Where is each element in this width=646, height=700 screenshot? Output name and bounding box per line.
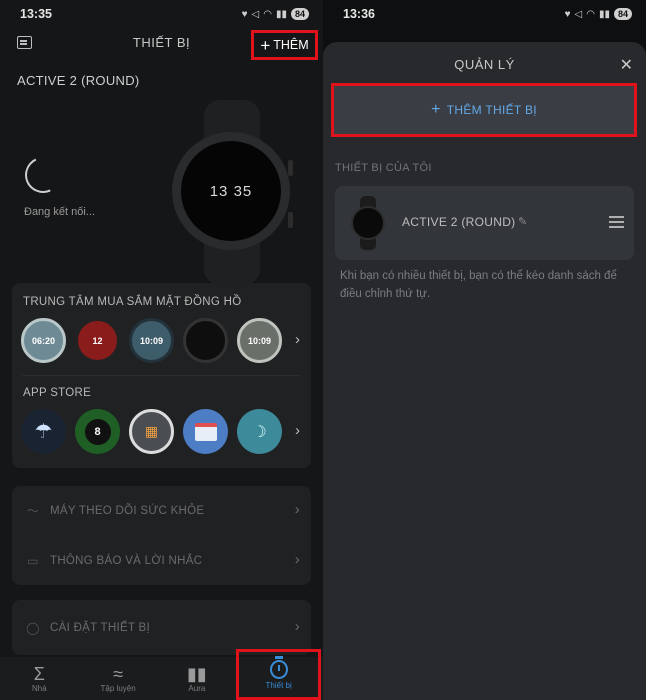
status-icons: ♥ ◁ ◠ ▮▮ 84: [565, 8, 632, 20]
loading-spinner-icon: [19, 151, 67, 199]
plus-icon: +: [431, 101, 441, 118]
watchface-item[interactable]: 12: [75, 318, 120, 363]
tarot-app-icon[interactable]: ☽: [237, 409, 282, 454]
chat-bubble-icon: ▭: [27, 553, 39, 568]
status-time: 13:35: [20, 7, 52, 21]
notifications-item[interactable]: ▭ THÔNG BÁO VÀ LỜI NHẮC ›: [12, 536, 311, 585]
chevron-right-icon[interactable]: ›: [295, 422, 300, 439]
wifi-icon: ◠: [586, 8, 595, 20]
watchface-store-title[interactable]: TRUNG TÂM MUA SẮM MẶT ĐỒNG HỒ: [23, 296, 241, 308]
pulse-icon: 〜: [26, 504, 40, 518]
nav-aura[interactable]: ▮▮ Aura: [158, 657, 237, 700]
health-tracker-item[interactable]: 〜 MÁY THEO DÕI SỨC KHỎE ›: [12, 486, 311, 535]
add-button-label: THÊM: [273, 38, 309, 52]
watch-buttons: [288, 160, 293, 176]
menu-card: 〜 MÁY THEO DÕI SỨC KHỎE › ▭ THÔNG BÁO VÀ…: [12, 486, 311, 585]
chevron-right-icon: ›: [294, 618, 300, 635]
app-store-title[interactable]: APP STORE: [23, 387, 91, 399]
eight-ball-app-icon[interactable]: 8: [75, 409, 120, 454]
screenshot-pair: 13:35 ♥ ◁ ◠ ▮▮ 84 THIẾT BỊ + THÊM ACTIVE…: [0, 0, 646, 700]
battery-indicator: 84: [613, 8, 632, 20]
watchface-item[interactable]: 10:09: [237, 318, 282, 363]
watchface-item[interactable]: [183, 318, 228, 363]
watchface-item[interactable]: 10:09: [129, 318, 174, 363]
battery-indicator: 84: [290, 8, 309, 20]
nav-label: Nhà: [32, 684, 47, 693]
status-time: 13:36: [343, 7, 375, 21]
reorder-hint: Khi bạn có nhiều thiết bị, bạn có thể ké…: [340, 270, 617, 300]
sigma-icon: Σ: [33, 664, 45, 684]
stopwatch-icon: [269, 655, 288, 679]
nav-label: Aura: [188, 684, 206, 693]
run-icon: ≈: [113, 664, 124, 684]
wifi-icon: ◠: [263, 8, 272, 20]
menu-item-label: CÀI ĐẶT THIẾT BỊ: [50, 621, 151, 634]
calendar-app-icon[interactable]: [183, 409, 228, 454]
status-bar: 13:36 ♥ ◁ ◠ ▮▮ 84: [323, 0, 646, 28]
menu-item-label: MÁY THEO DÕI SỨC KHỎE: [50, 504, 205, 517]
sheet-title: QUẢN LÝ: [454, 57, 515, 72]
sound-wave-icon: ▮▮: [186, 664, 207, 684]
bottom-nav: Σ Nhà ≈ Tập luyện ▮▮ Aura Thiết bị: [0, 649, 323, 700]
plus-icon: +: [260, 35, 271, 55]
device-settings-item[interactable]: ◯ CÀI ĐẶT THIẾT BỊ ›: [12, 603, 311, 652]
connection-status: Đang kết nối...: [24, 206, 95, 218]
chevron-right-icon[interactable]: ›: [295, 331, 300, 348]
settings-card: ◯ CÀI ĐẶT THIẾT BỊ ›: [12, 600, 311, 655]
status-icons: ♥ ◁ ◠ ▮▮ 84: [242, 8, 309, 20]
mute-icon: ◁: [574, 8, 583, 20]
store-card: TRUNG TÂM MUA SẮM MẶT ĐỒNG HỒ 06:20 12 1…: [12, 283, 311, 468]
my-devices-title: THIẾT BỊ CỦA TÔI: [335, 162, 432, 174]
status-bar: 13:35 ♥ ◁ ◠ ▮▮ 84: [0, 0, 323, 28]
umbrella-app-icon[interactable]: ☂: [21, 409, 66, 454]
signal-icon: ▮▮: [275, 8, 287, 20]
watch-thumbnail: [351, 196, 385, 250]
nav-home[interactable]: Σ Nhà: [0, 657, 79, 700]
close-icon[interactable]: ✕: [620, 55, 633, 75]
device-name: ACTIVE 2 (ROUND): [402, 215, 516, 229]
signal-icon: ▮▮: [598, 8, 610, 20]
drag-handle-icon[interactable]: [609, 216, 624, 228]
chevron-right-icon: ›: [294, 501, 300, 518]
heart-icon: ♥: [241, 8, 248, 20]
app-row: ☂ 8 ▦ ☽: [21, 409, 282, 454]
watch-face: 13 35: [181, 141, 281, 241]
heart-icon: ♥: [564, 8, 571, 20]
nav-label: Thiết bị: [265, 680, 292, 690]
watchface-item[interactable]: 06:20: [21, 318, 66, 363]
app-header: THIẾT BỊ + THÊM: [0, 30, 323, 60]
device-list-item[interactable]: ACTIVE 2 (ROUND) ✎: [335, 186, 634, 260]
add-device-button[interactable]: + THÊM THIẾT BỊ: [331, 83, 637, 137]
manage-sheet: QUẢN LÝ ✕ + THÊM THIẾT BỊ THIẾT BỊ CỦA T…: [323, 42, 646, 700]
nav-label: Tập luyện: [100, 684, 136, 693]
menu-item-label: THÔNG BÁO VÀ LỜI NHẮC: [50, 554, 203, 567]
device-name: ACTIVE 2 (ROUND): [17, 73, 140, 88]
nav-workout[interactable]: ≈ Tập luyện: [79, 657, 158, 700]
watchface-row: 06:20 12 10:09 10:09: [21, 318, 282, 363]
watch-image: 13 35: [170, 100, 294, 285]
add-button[interactable]: + THÊM: [251, 30, 318, 60]
nav-devices[interactable]: Thiết bị: [236, 649, 321, 700]
edit-icon[interactable]: ✎: [518, 215, 527, 228]
chevron-right-icon: ›: [294, 551, 300, 568]
mute-icon: ◁: [251, 8, 260, 20]
calculator-app-icon[interactable]: ▦: [129, 409, 174, 454]
add-device-label: THÊM THIẾT BỊ: [446, 103, 537, 117]
watch-icon: ◯: [26, 620, 40, 635]
manage-screen: 13:36 ♥ ◁ ◠ ▮▮ 84 QUẢN LÝ ✕ + THÊM THIẾT…: [323, 0, 646, 700]
device-screen: 13:35 ♥ ◁ ◠ ▮▮ 84 THIẾT BỊ + THÊM ACTIVE…: [0, 0, 323, 700]
divider: [22, 375, 301, 376]
